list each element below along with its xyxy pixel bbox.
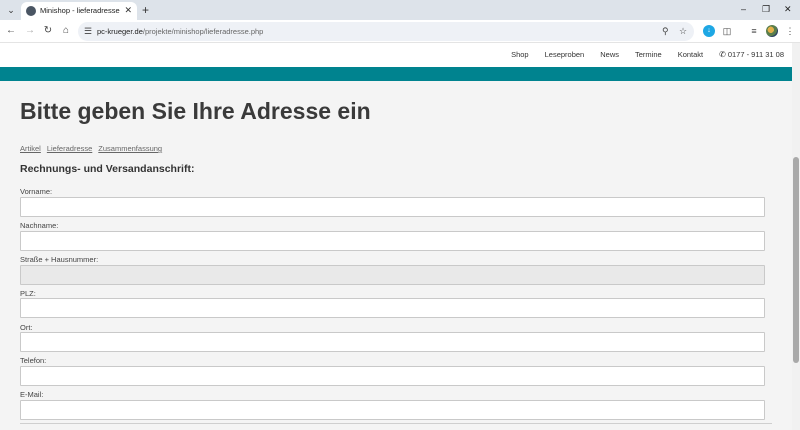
profile-avatar[interactable] — [766, 25, 778, 37]
page-title: Bitte geben Sie Ihre Adresse ein — [20, 98, 371, 124]
vorname-input[interactable] — [20, 197, 765, 217]
home-icon[interactable]: ⌂ — [59, 24, 73, 38]
reload-icon[interactable]: ↻ — [41, 24, 55, 38]
telefon-input[interactable] — [20, 366, 765, 386]
extensions-puzzle-icon[interactable]: ◫ — [721, 25, 733, 37]
plz-input[interactable] — [20, 298, 765, 318]
browser-tab[interactable]: Minishop - lieferadresse ✕ — [21, 2, 137, 20]
strasse-input[interactable] — [20, 265, 765, 285]
minimize-icon[interactable]: – — [741, 3, 746, 15]
tab-search-chevron-icon[interactable]: ⌄ — [4, 3, 18, 17]
globe-icon — [26, 6, 36, 16]
new-tab-icon[interactable]: + — [142, 3, 149, 17]
close-tab-icon[interactable]: ✕ — [124, 5, 132, 15]
divider — [20, 423, 772, 424]
section-title: Rechnungs- und Versandanschrift: — [20, 163, 195, 175]
breadcrumb: Artikel Lieferadresse Zusammenfassung — [20, 144, 168, 153]
phone-link[interactable]: ✆ 0177 - 911 31 08 — [719, 50, 784, 59]
restore-icon[interactable]: ❐ — [762, 3, 770, 15]
scrollbar-thumb[interactable] — [793, 157, 799, 363]
breadcrumb-zusammenfassung[interactable]: Zusammenfassung — [98, 144, 162, 153]
field-label-strasse: Straße + Hausnummer: — [20, 255, 99, 264]
forward-icon[interactable]: → — [23, 24, 37, 38]
page-viewport: Shop Leseproben News Termine Kontakt ✆ 01… — [0, 43, 792, 430]
browser-tab-bar: ⌄ Minishop - lieferadresse ✕ + – ❐ ✕ — [0, 0, 800, 20]
nav-link-kontakt[interactable]: Kontakt — [678, 50, 703, 59]
media-controls-icon[interactable]: ≡ — [748, 25, 760, 37]
nav-link-news[interactable]: News — [600, 50, 619, 59]
site-info-icon[interactable]: ☰ — [84, 26, 92, 37]
email-input[interactable] — [20, 400, 765, 420]
nachname-input[interactable] — [20, 231, 765, 251]
phone-icon: ✆ — [719, 50, 726, 59]
site-header: Shop Leseproben News Termine Kontakt ✆ 01… — [0, 43, 792, 67]
brand-band — [0, 67, 792, 81]
tab-title: Minishop - lieferadresse — [40, 6, 120, 15]
breadcrumb-lieferadresse[interactable]: Lieferadresse — [47, 144, 92, 153]
page-scrollbar[interactable] — [792, 43, 800, 430]
field-label-email: E-Mail: — [20, 390, 44, 399]
ort-input[interactable] — [20, 332, 765, 352]
field-label-ort: Ort: — [20, 323, 33, 332]
nav-link-termine[interactable]: Termine — [635, 50, 662, 59]
field-label-plz: PLZ: — [20, 289, 36, 298]
more-menu-icon[interactable]: ⋮ — [784, 25, 796, 37]
back-icon[interactable]: ← — [4, 24, 18, 38]
zoom-icon[interactable]: ⚲ — [662, 25, 669, 37]
nav-link-leseproben[interactable]: Leseproben — [545, 50, 585, 59]
address-bar[interactable]: ☰ pc-krueger.de/projekte/minishop/liefer… — [78, 22, 694, 41]
breadcrumb-artikel[interactable]: Artikel — [20, 144, 41, 153]
browser-toolbar: ← → ↻ ⌂ ☰ pc-krueger.de/projekte/minisho… — [0, 20, 800, 43]
close-window-icon[interactable]: ✕ — [784, 3, 792, 15]
download-extension-icon[interactable]: ↓ — [703, 25, 715, 37]
field-label-vorname: Vorname: — [20, 187, 53, 196]
field-label-nachname: Nachname: — [20, 221, 59, 230]
field-label-telefon: Telefon: — [20, 356, 47, 365]
nav-link-shop[interactable]: Shop — [511, 50, 529, 59]
bookmark-star-icon[interactable]: ☆ — [679, 25, 687, 37]
url-text[interactable]: pc-krueger.de/projekte/minishop/lieferad… — [97, 27, 263, 36]
site-nav: Shop Leseproben News Termine Kontakt ✆ 01… — [495, 50, 784, 59]
